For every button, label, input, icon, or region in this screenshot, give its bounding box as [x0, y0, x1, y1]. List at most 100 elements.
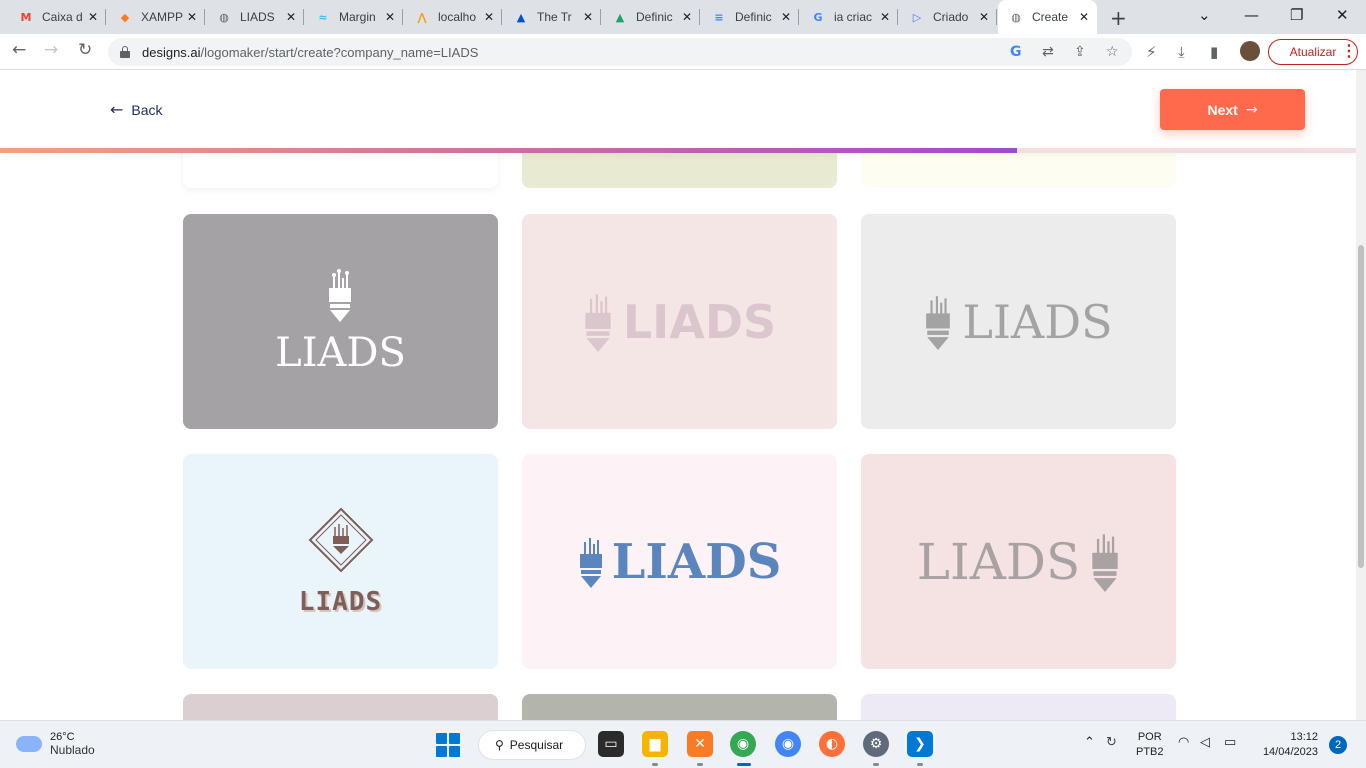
pencil-circuit-icon [579, 537, 602, 588]
tab-title: ia criac [834, 10, 873, 24]
xampp-icon: ◆ [120, 10, 130, 24]
windows-start-button[interactable] [436, 733, 460, 757]
browser-tab[interactable]: ◆ XAMPP ✕ [107, 0, 205, 34]
logo-wordmark: LIADS [298, 586, 383, 617]
new-tab-button[interactable]: + [1110, 6, 1127, 30]
settings-gear-icon[interactable]: ⚙ [863, 731, 889, 757]
tab-close-icon[interactable]: ✕ [88, 10, 98, 24]
next-label: Next [1207, 101, 1238, 118]
google-lens-icon[interactable]: G [1010, 44, 1022, 60]
forward-nav-button[interactable]: → [44, 40, 58, 60]
vscode-icon[interactable]: ❯ [907, 731, 933, 757]
bookmark-star-icon[interactable]: ☆ [1106, 44, 1119, 60]
logo-card-partial[interactable] [522, 694, 837, 720]
scrollbar-thumb[interactable] [1358, 245, 1364, 568]
tab-separator [699, 9, 700, 25]
input-language[interactable]: POR PTB2 [1136, 730, 1164, 760]
sync-icon[interactable]: ↻ [1106, 735, 1117, 750]
tab-close-icon[interactable]: ✕ [187, 10, 197, 24]
logo-card-partial[interactable] [861, 694, 1176, 720]
logo-card[interactable]: LIADS [522, 214, 837, 429]
wifi-icon[interactable]: ◠ [1178, 735, 1189, 750]
tab-title: Margin [339, 10, 376, 24]
tab-close-icon[interactable]: ✕ [682, 10, 692, 24]
browser-tab[interactable]: ◍ Create ✕ [998, 0, 1097, 34]
tab-close-icon[interactable]: ✕ [880, 10, 890, 24]
logo-card-partial[interactable] [183, 694, 498, 720]
logo-wordmark: LIADS [622, 294, 777, 349]
chevron-up-icon[interactable]: ⌃ [1084, 735, 1095, 750]
file-explorer-icon[interactable]: ▆ [642, 731, 668, 757]
firefox-icon[interactable]: ◐ [819, 731, 845, 757]
browser-tab[interactable]: ⋀ localho ✕ [404, 0, 502, 34]
profile-avatar[interactable] [1240, 41, 1260, 61]
maximize-button[interactable]: ❐ [1290, 6, 1303, 24]
weather-label: Nublado [50, 743, 95, 757]
clock-date: 14/04/2023 [1262, 746, 1318, 758]
browser-tab[interactable]: Gia criac ✕ [800, 0, 898, 34]
address-bar[interactable]: designs.ai/logomaker/start/create?compan… [108, 38, 1132, 66]
tab-close-icon[interactable]: ✕ [583, 10, 593, 24]
download-icon[interactable]: ⤓ [1178, 43, 1185, 61]
share-icon[interactable]: ⇪ [1074, 44, 1086, 60]
extension-icon[interactable]: ⚡ [1146, 43, 1157, 61]
logo-card[interactable]: LIADS [861, 214, 1176, 429]
pencil-circuit-icon [1092, 533, 1118, 592]
system-clock[interactable]: 13:12 14/04/2023 [1254, 730, 1318, 760]
logo-card[interactable]: LIADS [183, 214, 498, 429]
logo-card[interactable]: LIADS [183, 454, 498, 669]
browser-tab[interactable]: ≈ Margin ✕ [305, 0, 403, 34]
browser-tab[interactable]: ≡ Definic ✕ [701, 0, 799, 34]
tab-separator [798, 9, 799, 25]
logo-card[interactable]: LIADS [861, 454, 1176, 669]
browser-tab[interactable]: M Caixa d ✕ [8, 0, 106, 34]
browser-tab[interactable]: ▷ Criado ✕ [899, 0, 997, 34]
close-window-button[interactable]: ✕ [1336, 6, 1349, 24]
xampp-app-icon[interactable]: ✕ [687, 731, 713, 757]
tab-close-icon[interactable]: ✕ [286, 10, 296, 24]
arrow-right-icon: → [1245, 101, 1258, 118]
notification-badge[interactable]: 2 [1329, 736, 1347, 754]
lock-icon [120, 46, 130, 58]
tab-close-icon[interactable]: ✕ [1079, 10, 1089, 24]
weather-widget[interactable]: 26°C Nublado [16, 731, 95, 757]
task-view-icon[interactable]: ▭ [598, 731, 624, 757]
back-button[interactable]: ← Back [110, 100, 163, 119]
battery-icon[interactable]: ▭ [1224, 735, 1236, 750]
tab-close-icon[interactable]: ✕ [484, 10, 494, 24]
chrome-icon[interactable]: ◉ [775, 731, 801, 757]
tab-search-icon[interactable]: ⌄ [1198, 6, 1211, 24]
side-panel-icon[interactable]: ▮ [1210, 43, 1218, 61]
cloud-icon [16, 736, 42, 752]
tab-title: Caixa d [42, 10, 83, 24]
pencil-circuit-icon [585, 293, 611, 352]
browser-tab[interactable]: ◍ LIADS ✕ [206, 0, 304, 34]
tab-close-icon[interactable]: ✕ [385, 10, 395, 24]
minimize-button[interactable]: — [1244, 6, 1259, 24]
logo-wordmark: LIADS [962, 294, 1113, 349]
browser-tab[interactable]: ▲ Definic ✕ [602, 0, 700, 34]
google-icon: G [813, 10, 823, 24]
browser-tab[interactable]: ▲ The Tr ✕ [503, 0, 601, 34]
tab-close-icon[interactable]: ✕ [979, 10, 989, 24]
url-text: designs.ai/logomaker/start/create?compan… [142, 44, 479, 60]
google-docs-icon: ≡ [714, 10, 724, 24]
next-button[interactable]: Next → [1160, 89, 1305, 130]
chrome-profile-icon[interactable]: ◉ [730, 731, 756, 757]
menu-kebab-icon[interactable]: ⋮ [1341, 41, 1357, 61]
arrow-left-icon: ← [110, 100, 124, 119]
tab-title: XAMPP [141, 10, 183, 24]
keyboard-layout: PTB2 [1136, 746, 1164, 758]
taskbar-search[interactable]: ⚲ Pesquisar [478, 730, 586, 760]
logo-wordmark: LIADS [611, 533, 782, 590]
translate-icon[interactable]: ⇄ [1042, 44, 1054, 60]
globe-icon: ◍ [219, 10, 229, 24]
taskbar: 26°C Nublado ⚲ Pesquisar ▭ ▆ ✕ ◉ ◉ ◐ ⚙ ❯… [0, 720, 1366, 768]
tab-close-icon[interactable]: ✕ [781, 10, 791, 24]
pencil-circuit-icon [926, 295, 951, 350]
logo-card[interactable]: LIADS [522, 454, 837, 669]
reload-button[interactable]: ↻ [78, 40, 92, 60]
back-nav-button[interactable]: ← [12, 40, 26, 60]
volume-icon[interactable]: ◁ [1200, 735, 1210, 750]
tab-title: Create [1032, 10, 1069, 24]
